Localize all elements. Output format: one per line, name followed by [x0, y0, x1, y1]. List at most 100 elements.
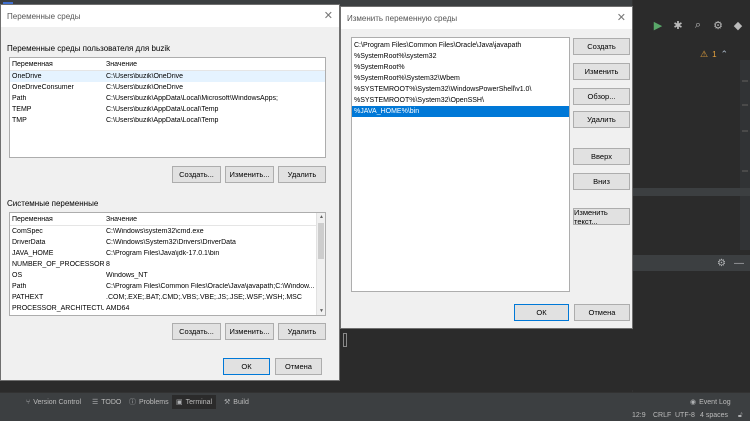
list-header: Переменная Значение	[10, 213, 325, 226]
branch-icon: ⑂	[26, 398, 31, 406]
system-edit-button[interactable]: Изменить...	[225, 323, 274, 340]
tab-version-control[interactable]: ⑂ Version Control	[22, 395, 85, 409]
system-create-button[interactable]: Создать...	[172, 323, 221, 340]
cancel-button[interactable]: Отмена	[275, 358, 322, 375]
scroll-down-icon[interactable]: ▼	[318, 307, 325, 315]
tab-problems[interactable]: ⓘ Problems	[125, 395, 173, 409]
list-item[interactable]: %SystemRoot%	[352, 62, 569, 73]
var-value: C:\Users\buzik\OneDrive	[106, 84, 184, 91]
system-delete-button[interactable]: Удалить	[278, 323, 326, 340]
browse-button[interactable]: Обзор...	[573, 88, 630, 105]
debug-icon[interactable]: ✱	[672, 19, 684, 32]
list-item[interactable]: TEMP C:\Users\buzik\AppData\Local\Temp	[10, 104, 325, 115]
list-item[interactable]: TMP C:\Users\buzik\AppData\Local\Temp	[10, 115, 325, 126]
user-create-button[interactable]: Создать...	[172, 166, 221, 183]
list-item[interactable]: DriverData C:\Windows\System32\Drivers\Dr…	[10, 237, 325, 248]
move-down-button[interactable]: Вниз	[573, 173, 630, 190]
column-header-name[interactable]: Переменная	[10, 216, 104, 223]
tab-build[interactable]: ⚒ Build	[220, 395, 253, 409]
list-header: Переменная Значение	[10, 58, 325, 71]
create-button[interactable]: Создать	[573, 38, 630, 55]
event-log-label: Event Log	[699, 398, 731, 406]
list-item[interactable]: JAVA_HOME C:\Program Files\Java\jdk-17.0.…	[10, 248, 325, 259]
list-item[interactable]: OneDriveConsumer C:\Users\buzik\OneDrive	[10, 82, 325, 93]
ok-button[interactable]: ОК	[223, 358, 270, 375]
marker	[742, 130, 748, 132]
warning-icon: ⚠	[700, 49, 709, 59]
caret-position-label: 12:9	[632, 412, 646, 419]
tab-todo[interactable]: ☰ TODO	[88, 395, 125, 409]
var-name: DriverData	[12, 239, 46, 246]
var-name: JAVA_HOME	[12, 250, 54, 257]
caret-position[interactable]: 12:9	[632, 410, 646, 421]
system-vars-list[interactable]: Переменная Значение ComSpec C:\Windows\sy…	[9, 212, 326, 316]
list-item[interactable]: PROCESSOR_ARCHITECTUREAMD64	[10, 303, 325, 314]
tab-terminal[interactable]: ▣ Terminal	[172, 395, 217, 409]
var-value: C:\Users\buzik\AppData\Local\Temp	[106, 106, 219, 113]
list-item[interactable]: OneDrive C:\Users\buzik\OneDrive	[10, 71, 325, 82]
ide-logo-icon[interactable]: ◆	[732, 19, 744, 32]
list-item[interactable]: ComSpec C:\Windows\system32\cmd.exe	[10, 226, 325, 237]
terminal-area[interactable]	[338, 330, 738, 390]
minimize-icon[interactable]: —	[734, 258, 744, 269]
vertical-scrollbar[interactable]: ▲ ▼	[316, 213, 325, 315]
line-separator[interactable]: CRLF	[653, 410, 671, 421]
path-list[interactable]: C:\Program Files\Common Files\Oracle\Jav…	[351, 37, 570, 292]
ide-right-toolbar: ▶ ✱ ⌕ ⚙ ◆	[632, 12, 750, 38]
dialog-title-bar: Переменные среды ✕	[1, 5, 339, 27]
list-item[interactable]: %SystemRoot%\System32\Wbem	[352, 73, 569, 84]
column-header-value[interactable]: Значение	[104, 216, 325, 223]
move-up-button[interactable]: Вверх	[573, 148, 630, 165]
var-value: Windows_NT	[106, 272, 148, 279]
var-value: AMD64	[106, 305, 130, 312]
list-item[interactable]: C:\Program Files\Common Files\Oracle\Jav…	[352, 40, 569, 51]
var-name: ComSpec	[12, 228, 43, 235]
user-vars-list[interactable]: Переменная Значение OneDrive C:\Users\buz…	[9, 57, 326, 158]
indent-setting[interactable]: 4 spaces	[700, 410, 728, 421]
dialog-title: Изменить переменную среды	[347, 13, 458, 23]
scroll-thumb[interactable]	[318, 223, 324, 259]
edit-text-button[interactable]: Изменить текст...	[573, 208, 630, 226]
close-icon[interactable]: ✕	[617, 11, 626, 24]
file-encoding[interactable]: UTF-8	[675, 410, 695, 421]
search-icon[interactable]: ⌕	[692, 19, 704, 31]
list-item[interactable]: %SystemRoot%\system32	[352, 51, 569, 62]
info-icon: ⓘ	[129, 399, 136, 406]
list-item[interactable]: %SYSTEMROOT%\System32\WindowsPowerShell\…	[352, 84, 569, 95]
list-item[interactable]: PATHEXT .COM;.EXE;.BAT;.CMD;.VBS;.VBE;.JS…	[10, 292, 325, 303]
var-value: C:\Windows\System32\Drivers\DriverData	[106, 239, 236, 246]
column-header-name[interactable]: Переменная	[10, 61, 104, 68]
list-item-selected[interactable]: %JAVA_HOME%\bin	[352, 106, 569, 117]
user-edit-button[interactable]: Изменить...	[225, 166, 274, 183]
run-icon[interactable]: ▶	[652, 19, 664, 32]
delete-button[interactable]: Удалить	[573, 111, 630, 128]
dialog-title-bar: Изменить переменную среды ✕	[341, 7, 632, 29]
warning-indicator[interactable]: ⚠ 1 ⌃	[700, 49, 728, 60]
list-item[interactable]: Path C:\Users\buzik\AppData\Local\Microso…	[10, 93, 325, 104]
cancel-button[interactable]: Отмена	[574, 304, 630, 321]
gear-icon[interactable]: ⚙	[717, 258, 726, 269]
column-header-value[interactable]: Значение	[104, 61, 325, 68]
env-vars-dialog: Переменные среды ✕ Переменные среды поль…	[0, 4, 340, 381]
list-item[interactable]: %SYSTEMROOT%\System32\OpenSSH\	[352, 95, 569, 106]
list-item[interactable]: Path C:\Program Files\Common Files\Oracle…	[10, 281, 325, 292]
list-item[interactable]: NUMBER_OF_PROCESSORS 8	[10, 259, 325, 270]
tab-label: TODO	[101, 398, 122, 406]
gear-icon[interactable]: ⚙	[712, 19, 724, 32]
var-name: Path	[12, 283, 27, 290]
event-log-icon: ◉	[690, 399, 697, 406]
var-name: OneDrive	[12, 73, 42, 80]
lock-icon[interactable]: 🔓︎	[738, 410, 743, 421]
tab-label: Terminal	[185, 398, 213, 406]
var-name: TMP	[12, 117, 27, 124]
close-icon[interactable]: ✕	[324, 9, 333, 22]
list-item[interactable]: OS Windows_NT	[10, 270, 325, 281]
event-log-button[interactable]: ◉ Event Log	[690, 395, 731, 409]
ok-button[interactable]: ОК	[514, 304, 569, 321]
edit-button[interactable]: Изменить	[573, 63, 630, 80]
user-delete-button[interactable]: Удалить	[278, 166, 326, 183]
var-name: NUMBER_OF_PROCESSORS	[12, 261, 104, 268]
var-value: C:\Users\buzik\AppData\Local\Temp	[106, 117, 219, 124]
marker	[742, 80, 748, 82]
scroll-up-icon[interactable]: ▲	[318, 213, 325, 221]
